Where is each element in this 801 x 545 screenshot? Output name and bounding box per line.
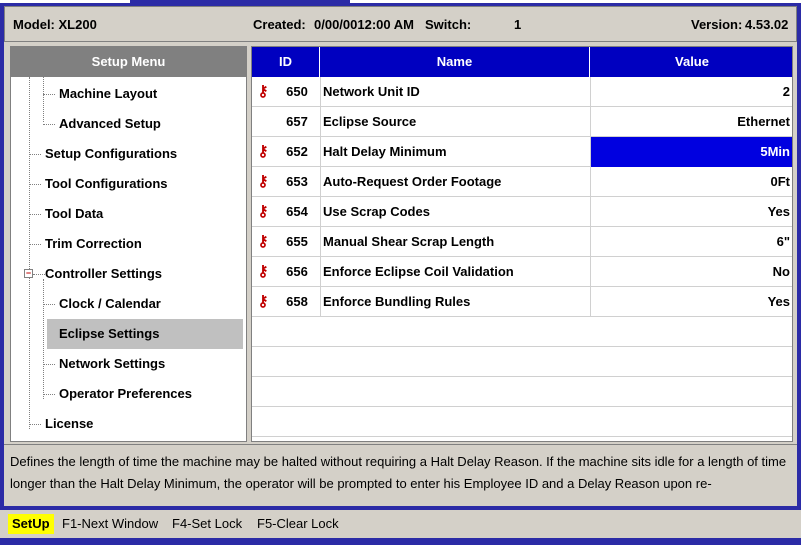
table-row[interactable]: ⚷ 650 Network Unit ID 2 bbox=[252, 77, 792, 107]
tree-item-label: Controller Settings bbox=[45, 266, 163, 281]
tree-item-advanced-setup[interactable]: Advanced Setup bbox=[33, 109, 243, 139]
cell-name: Eclipse Source bbox=[320, 107, 590, 137]
function-key-bar: SetUp F1-Next Window F4-Set Lock F5-Clea… bbox=[0, 510, 801, 538]
cell-id: 657 bbox=[286, 114, 308, 129]
key-icon: ⚷ bbox=[257, 83, 269, 100]
tree-item-license[interactable]: License bbox=[19, 409, 243, 439]
status-header: Model: XL200 Created: 0/00/0012:00 AM Sw… bbox=[4, 6, 797, 42]
cell-value[interactable]: 0Ft bbox=[590, 167, 792, 197]
tree-item-label: License bbox=[45, 416, 94, 431]
tree-item-setup-configurations[interactable]: Setup Configurations bbox=[19, 139, 243, 169]
created-label: Created: bbox=[253, 17, 306, 32]
tree-item-operator-preferences[interactable]: Operator Preferences bbox=[33, 379, 243, 409]
cell-id: 654 bbox=[286, 204, 308, 219]
cell-name: Enforce Eclipse Coil Validation bbox=[320, 257, 590, 287]
cell-id: 656 bbox=[286, 264, 308, 279]
key-icon: ⚷ bbox=[257, 143, 269, 160]
tree-item-label: Tool Configurations bbox=[45, 176, 168, 191]
model-label: Model: XL200 bbox=[13, 17, 97, 32]
column-header-name[interactable]: Name bbox=[320, 47, 590, 77]
table-row[interactable]: ⚷ 655 Manual Shear Scrap Length 6" bbox=[252, 227, 792, 257]
tree-item-label: Advanced Setup bbox=[59, 116, 161, 131]
tree-item-eclipse-settings[interactable]: Eclipse Settings bbox=[47, 319, 243, 349]
top-border bbox=[0, 0, 801, 3]
created-value: 0/00/0012:00 AM bbox=[314, 17, 414, 32]
setup-menu-title: Setup Menu bbox=[11, 47, 246, 77]
tree-item-label: Network Settings bbox=[59, 356, 166, 371]
cell-id: 658 bbox=[286, 294, 308, 309]
cell-name: Network Unit ID bbox=[320, 77, 590, 107]
version-value: 4.53.02 bbox=[745, 17, 789, 32]
table-row[interactable]: ⚷ 653 Auto-Request Order Footage 0Ft bbox=[252, 167, 792, 197]
table-row[interactable]: ⚷ 654 Use Scrap Codes Yes bbox=[252, 197, 792, 227]
key-icon: ⚷ bbox=[257, 293, 269, 310]
tree-item-controller-settings[interactable]: − Controller Settings bbox=[11, 259, 243, 289]
cell-value[interactable]: 2 bbox=[590, 77, 792, 107]
empty-row bbox=[252, 377, 792, 407]
cell-id: 653 bbox=[286, 174, 308, 189]
collapse-icon[interactable]: − bbox=[24, 269, 33, 278]
key-icon: ⚷ bbox=[257, 173, 269, 190]
cell-value[interactable]: Yes bbox=[590, 197, 792, 227]
top-border-accent bbox=[130, 0, 350, 3]
f4-set-lock-key[interactable]: F4-Set Lock bbox=[172, 514, 242, 534]
version-label: Version: bbox=[691, 17, 743, 32]
tree-item-machine-layout[interactable]: Machine Layout bbox=[33, 79, 243, 109]
cell-name: Enforce Bundling Rules bbox=[320, 287, 590, 317]
tree-item-label: Tool Data bbox=[45, 206, 104, 221]
grid-header: ID Name Value bbox=[252, 47, 792, 77]
key-icon: ⚷ bbox=[257, 233, 269, 250]
main-area: Setup Menu Machine Layout Advanced Setup… bbox=[4, 42, 797, 444]
empty-row bbox=[252, 347, 792, 377]
cell-name: Auto-Request Order Footage bbox=[320, 167, 590, 197]
table-row[interactable]: ⚷ 656 Enforce Eclipse Coil Validation No bbox=[252, 257, 792, 287]
cell-value[interactable]: Yes bbox=[590, 287, 792, 317]
cell-id: 655 bbox=[286, 234, 308, 249]
key-icon bbox=[252, 107, 274, 137]
settings-grid: ID Name Value ⚷ 650 Network Unit ID 2 657 Ecl… bbox=[251, 46, 793, 442]
tree-item-label: Trim Correction bbox=[45, 236, 142, 251]
cell-name: Manual Shear Scrap Length bbox=[320, 227, 590, 257]
cell-id: 652 bbox=[286, 144, 308, 159]
cell-name: Halt Delay Minimum bbox=[320, 137, 590, 167]
tree-item-label: Operator Preferences bbox=[59, 386, 192, 401]
table-row[interactable]: ⚷ 658 Enforce Bundling Rules Yes bbox=[252, 287, 792, 317]
tree-item-tool-configurations[interactable]: Tool Configurations bbox=[19, 169, 243, 199]
column-header-id[interactable]: ID bbox=[252, 47, 320, 77]
tree-item-label: Eclipse Settings bbox=[59, 326, 160, 341]
tree-item-label: Setup Configurations bbox=[45, 146, 178, 161]
key-icon: ⚷ bbox=[257, 203, 269, 220]
cell-value[interactable]: Ethernet bbox=[590, 107, 792, 137]
table-row[interactable]: 657 Eclipse Source Ethernet bbox=[252, 107, 792, 137]
cell-id: 650 bbox=[286, 84, 308, 99]
column-header-value[interactable]: Value bbox=[590, 47, 792, 77]
switch-label: Switch: bbox=[425, 17, 472, 32]
tree-item-tool-data[interactable]: Tool Data bbox=[19, 199, 243, 229]
table-row[interactable]: ⚷ 652 Halt Delay Minimum 5Min bbox=[252, 137, 792, 167]
description-panel: Defines the length of time the machine m… bbox=[4, 444, 797, 506]
switch-value: 1 bbox=[514, 17, 522, 32]
empty-row bbox=[252, 407, 792, 437]
tree-item-label: Machine Layout bbox=[59, 86, 158, 101]
cell-name: Use Scrap Codes bbox=[320, 197, 590, 227]
f1-next-window-key[interactable]: F1-Next Window bbox=[62, 514, 158, 534]
tree-item-trim-correction[interactable]: Trim Correction bbox=[19, 229, 243, 259]
cell-value[interactable]: 6" bbox=[590, 227, 792, 257]
cell-value[interactable]: No bbox=[590, 257, 792, 287]
tree-item-clock-calendar[interactable]: Clock / Calendar bbox=[33, 289, 243, 319]
tree-item-network-settings[interactable]: Network Settings bbox=[33, 349, 243, 379]
tree-item-label: Clock / Calendar bbox=[59, 296, 161, 311]
mode-indicator: SetUp bbox=[8, 514, 54, 534]
f5-clear-lock-key[interactable]: F5-Clear Lock bbox=[257, 514, 339, 534]
cell-value[interactable]: 5Min bbox=[590, 137, 792, 167]
key-icon: ⚷ bbox=[257, 263, 269, 280]
setup-menu-tree: Setup Menu Machine Layout Advanced Setup… bbox=[10, 46, 247, 442]
empty-row bbox=[252, 317, 792, 347]
